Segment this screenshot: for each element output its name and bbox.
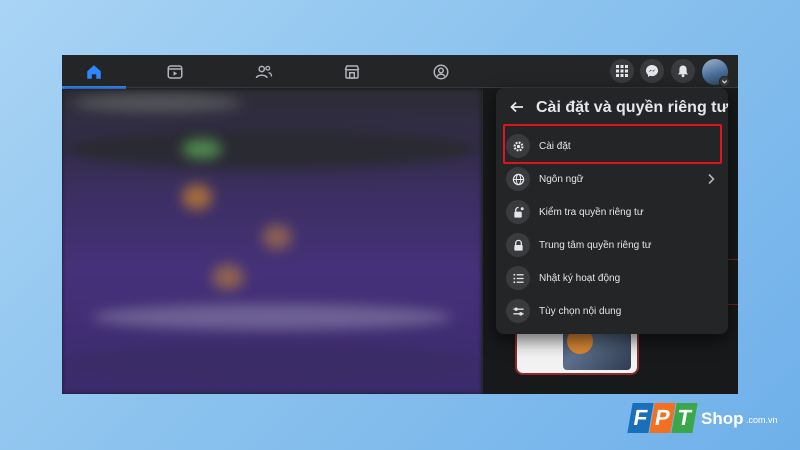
fpt-domain-text: .com.vn — [746, 415, 778, 425]
menu-item-privacy-center[interactable]: Trung tâm quyền riêng tư — [502, 229, 722, 261]
fptshop-logo: F P T Shop .com.vn — [627, 403, 793, 437]
video-icon — [167, 64, 183, 79]
menu-grid-button[interactable] — [610, 59, 634, 83]
messenger-button[interactable] — [640, 59, 664, 83]
marketplace-icon — [344, 64, 360, 79]
blurred-orange-spot — [262, 224, 292, 250]
menu-item-activity-log[interactable]: Nhật ký hoạt động — [502, 262, 722, 294]
globe-icon — [506, 167, 530, 191]
blurred-header-block — [72, 94, 242, 112]
home-icon — [87, 64, 101, 79]
bell-icon — [678, 65, 688, 78]
menu-item-label: Kiểm tra quyền riêng tư — [539, 206, 644, 218]
blurred-footer — [62, 344, 482, 384]
account-dropdown-badge[interactable] — [719, 76, 730, 87]
menu-item-label: Nhật ký hoạt động — [539, 272, 621, 284]
news-feed-blurred — [62, 89, 482, 394]
blurred-green-spot — [182, 139, 222, 159]
groups-icon — [433, 64, 449, 79]
lock-icon — [506, 233, 530, 257]
sliders-icon — [506, 299, 530, 323]
menu-item-label: Ngôn ngữ — [539, 173, 584, 185]
back-arrow-icon[interactable] — [510, 100, 524, 114]
nav-tab-friends[interactable] — [232, 55, 296, 88]
nav-tab-watch[interactable] — [143, 55, 207, 88]
chevron-down-icon — [721, 80, 728, 84]
nav-tab-home[interactable] — [62, 55, 126, 89]
notifications-button[interactable] — [671, 59, 695, 83]
menu-header: Cài đặt và quyền riêng tư — [496, 88, 728, 128]
friends-icon — [255, 65, 273, 78]
menu-item-content-preferences[interactable]: Tùy chọn nội dung — [502, 295, 722, 327]
highlight-box-settings — [503, 124, 722, 164]
fpt-shop-text: Shop — [701, 409, 744, 428]
browser-screen: Cài đặt và quyền riêng tư Cài đặt Ngôn n… — [62, 55, 738, 394]
blurred-strip — [62, 129, 482, 169]
lock-check-icon — [506, 200, 530, 224]
blurred-orange-spot — [212, 264, 244, 290]
menu-item-label: Trung tâm quyền riêng tư — [539, 239, 652, 251]
chevron-right-icon — [708, 173, 715, 185]
menu-item-language[interactable]: Ngôn ngữ — [502, 163, 722, 195]
top-navigation-bar — [62, 55, 738, 89]
messenger-icon — [646, 65, 658, 77]
blurred-text-line — [92, 304, 452, 330]
list-icon — [506, 266, 530, 290]
menu-item-privacy-checkup[interactable]: Kiểm tra quyền riêng tư — [502, 196, 722, 228]
blurred-orange-spot — [182, 184, 212, 210]
menu-title: Cài đặt và quyền riêng tư — [536, 99, 729, 116]
grid-icon — [616, 65, 628, 77]
fpt-letter-t: T — [671, 403, 698, 433]
nav-tab-marketplace[interactable] — [320, 55, 384, 88]
nav-tab-groups[interactable] — [409, 55, 473, 88]
menu-item-label: Tùy chọn nội dung — [539, 305, 622, 317]
